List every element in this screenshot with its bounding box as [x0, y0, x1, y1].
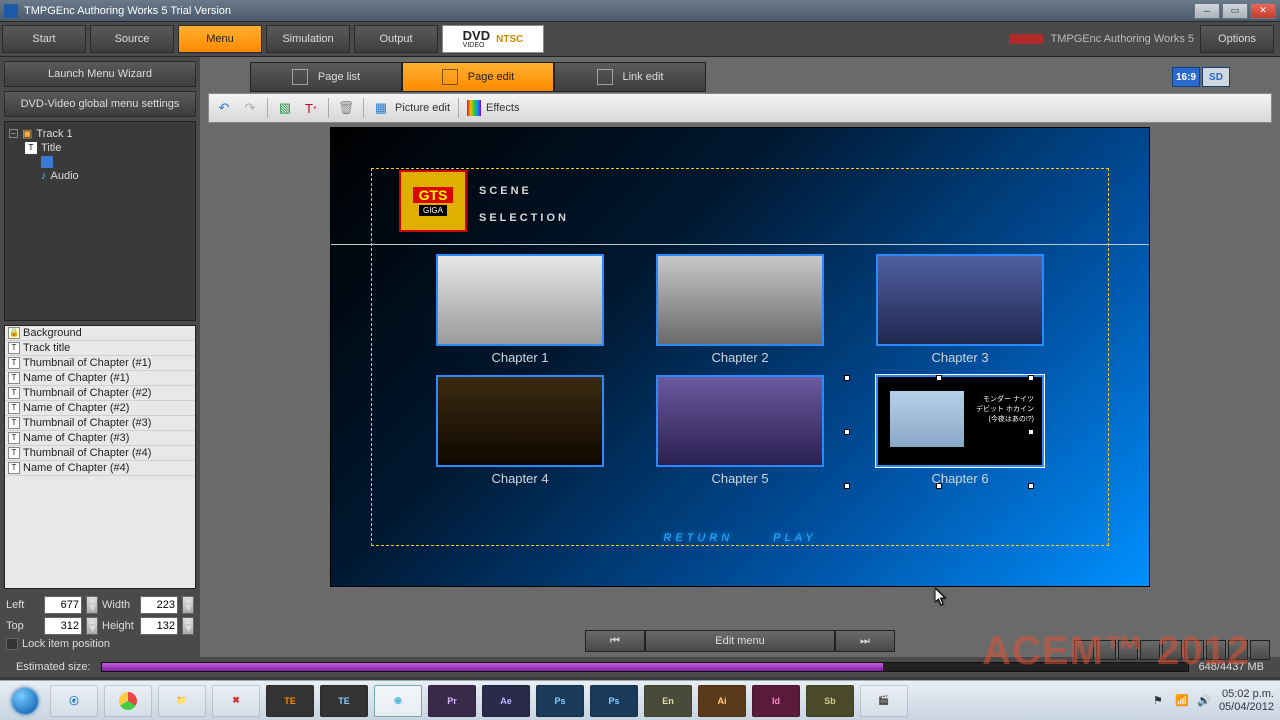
taskbar-premiere[interactable]: Pr — [428, 685, 476, 717]
editor-area: Page list Page edit Link edit 16:9 SD ↶ … — [200, 57, 1280, 657]
taskbar-illustrator[interactable]: Ai — [698, 685, 746, 717]
top-input[interactable] — [44, 617, 82, 635]
delete-icon[interactable]: 🗑 — [337, 99, 355, 117]
taskbar-app4[interactable]: ◉ — [374, 685, 422, 717]
taskbar-indesign[interactable]: Id — [752, 685, 800, 717]
main-toolbar: Start Source Menu Simulation Output DVDV… — [0, 22, 1280, 57]
width-input[interactable] — [140, 596, 178, 614]
taskbar-app3[interactable]: TE — [320, 685, 368, 717]
width-spinner[interactable]: ▲▼ — [182, 596, 194, 614]
tab-start[interactable]: Start — [2, 25, 86, 53]
tray-volume-icon[interactable]: 🔊 — [1197, 694, 1211, 708]
tray-flag-icon[interactable]: ⚑ — [1153, 694, 1167, 708]
taskbar-app2[interactable]: TE — [266, 685, 314, 717]
dvd-badge: DVDVIDEO NTSC — [442, 25, 544, 53]
align-tool-9[interactable] — [1250, 640, 1270, 660]
taskbar-ie[interactable]: ⓔ — [50, 685, 98, 717]
chapter-4-thumb[interactable] — [436, 375, 604, 467]
redo-icon[interactable]: ↷ — [241, 99, 259, 117]
taskbar-encore[interactable]: En — [644, 685, 692, 717]
tab-simulation[interactable]: Simulation — [266, 25, 350, 53]
align-tools — [1074, 640, 1270, 660]
chapter-5-thumb[interactable] — [656, 375, 824, 467]
chapter-2-thumb[interactable] — [656, 254, 824, 346]
expand-icon[interactable]: − — [9, 129, 18, 138]
align-tool-3[interactable] — [1118, 640, 1138, 660]
align-tool-6[interactable] — [1184, 640, 1204, 660]
undo-icon[interactable]: ↶ — [215, 99, 233, 117]
chapter-3-thumb[interactable] — [876, 254, 1044, 346]
chapter-1-thumb[interactable] — [436, 254, 604, 346]
taskbar: ⓔ 📁 ✖ TE TE ◉ Pr Ae Ps Ps En Ai Id Sb 🎬 … — [0, 680, 1280, 720]
taskbar-app5[interactable]: 🎬 — [860, 685, 908, 717]
align-tool-4[interactable] — [1140, 640, 1160, 660]
align-tool-1[interactable] — [1074, 640, 1094, 660]
close-button[interactable]: ✕ — [1250, 3, 1276, 19]
top-spinner[interactable]: ▲▼ — [86, 617, 98, 635]
left-spinner[interactable]: ▲▼ — [86, 596, 98, 614]
tab-source[interactable]: Source — [90, 25, 174, 53]
page-list-icon — [292, 69, 308, 85]
aspect-ratio-badge[interactable]: 16:9 — [1172, 67, 1200, 87]
add-text-icon[interactable]: T+ — [302, 99, 320, 117]
position-panel: Left▲▼ Width▲▼ Top▲▼ Height▲▼ Lock item … — [4, 593, 196, 653]
picture-edit-button[interactable]: ▦Picture edit — [372, 99, 450, 117]
edit-menu-button[interactable]: Edit menu — [645, 630, 835, 652]
start-button[interactable] — [6, 686, 44, 716]
menu-logo[interactable]: GTS GIGA — [399, 170, 467, 232]
windows-orb-icon — [12, 688, 38, 714]
sd-badge[interactable]: SD — [1202, 67, 1230, 87]
height-spinner[interactable]: ▲▼ — [182, 617, 194, 635]
effects-button[interactable]: Effects — [467, 100, 519, 116]
tab-link-edit[interactable]: Link edit — [554, 62, 706, 92]
next-page-button[interactable]: ⏭ — [835, 630, 895, 652]
tab-page-list[interactable]: Page list — [250, 62, 402, 92]
left-panel: Launch Menu Wizard DVD-Video global menu… — [0, 57, 200, 657]
taskbar-photoshop2[interactable]: Ps — [590, 685, 638, 717]
height-input[interactable] — [140, 617, 178, 635]
app-icon — [4, 4, 18, 18]
lock-checkbox[interactable] — [6, 638, 18, 650]
taskbar-explorer[interactable]: 📁 — [158, 685, 206, 717]
taskbar-aftereffects[interactable]: Ae — [482, 685, 530, 717]
edit-toolbar: ↶ ↷ ▧ T+ 🗑 ▦Picture edit Effects — [208, 93, 1272, 123]
minimize-button[interactable]: ─ — [1194, 3, 1220, 19]
align-tool-8[interactable] — [1228, 640, 1248, 660]
play-link[interactable]: PLAY — [773, 532, 816, 544]
taskbar-app1[interactable]: ✖ — [212, 685, 260, 717]
options-button[interactable]: Options — [1200, 25, 1274, 53]
brand-label: TMPGEnc Authoring Works 5 — [1009, 22, 1200, 56]
status-bar: Estimated size: 648/4437 MB — [0, 657, 1280, 677]
align-tool-5[interactable] — [1162, 640, 1182, 660]
taskbar-soundbooth[interactable]: Sb — [806, 685, 854, 717]
link-edit-icon — [597, 69, 613, 85]
size-bar — [101, 662, 1189, 672]
menu-title[interactable]: SCENESELECTION — [479, 172, 569, 227]
tab-page-edit[interactable]: Page edit — [402, 62, 554, 92]
launch-wizard-button[interactable]: Launch Menu Wizard — [4, 61, 196, 87]
tray-network-icon[interactable]: 📶 — [1175, 694, 1189, 708]
menu-canvas[interactable]: GTS GIGA SCENESELECTION Chapter 1 Chapte… — [330, 127, 1150, 587]
page-edit-icon — [442, 69, 458, 85]
taskbar-chrome[interactable] — [104, 685, 152, 717]
global-settings-button[interactable]: DVD-Video global menu settings — [4, 91, 196, 117]
window-title: TMPGEnc Authoring Works 5 Trial Version — [24, 5, 231, 17]
chapter-6-thumb[interactable]: モンダー ナイツデビット ホカイン(今夜はあの!?) — [876, 375, 1044, 467]
add-image-icon[interactable]: ▧ — [276, 99, 294, 117]
align-tool-7[interactable] — [1206, 640, 1226, 660]
prev-page-button[interactable]: ⏮ — [585, 630, 645, 652]
left-input[interactable] — [44, 596, 82, 614]
align-tool-2[interactable] — [1096, 640, 1116, 660]
tab-output[interactable]: Output — [354, 25, 438, 53]
layer-list[interactable]: 🔒Background TTrack title TThumbnail of C… — [4, 325, 196, 589]
tab-menu[interactable]: Menu — [178, 25, 262, 53]
track-tree[interactable]: −▣Track 1 TTitle ♪Audio — [4, 121, 196, 321]
return-link[interactable]: RETURN — [663, 532, 733, 544]
clock[interactable]: 05:02 p.m.05/04/2012 — [1219, 688, 1274, 713]
titlebar: TMPGEnc Authoring Works 5 Trial Version … — [0, 0, 1280, 22]
taskbar-photoshop1[interactable]: Ps — [536, 685, 584, 717]
effects-icon — [467, 100, 481, 116]
maximize-button[interactable]: ▭ — [1222, 3, 1248, 19]
